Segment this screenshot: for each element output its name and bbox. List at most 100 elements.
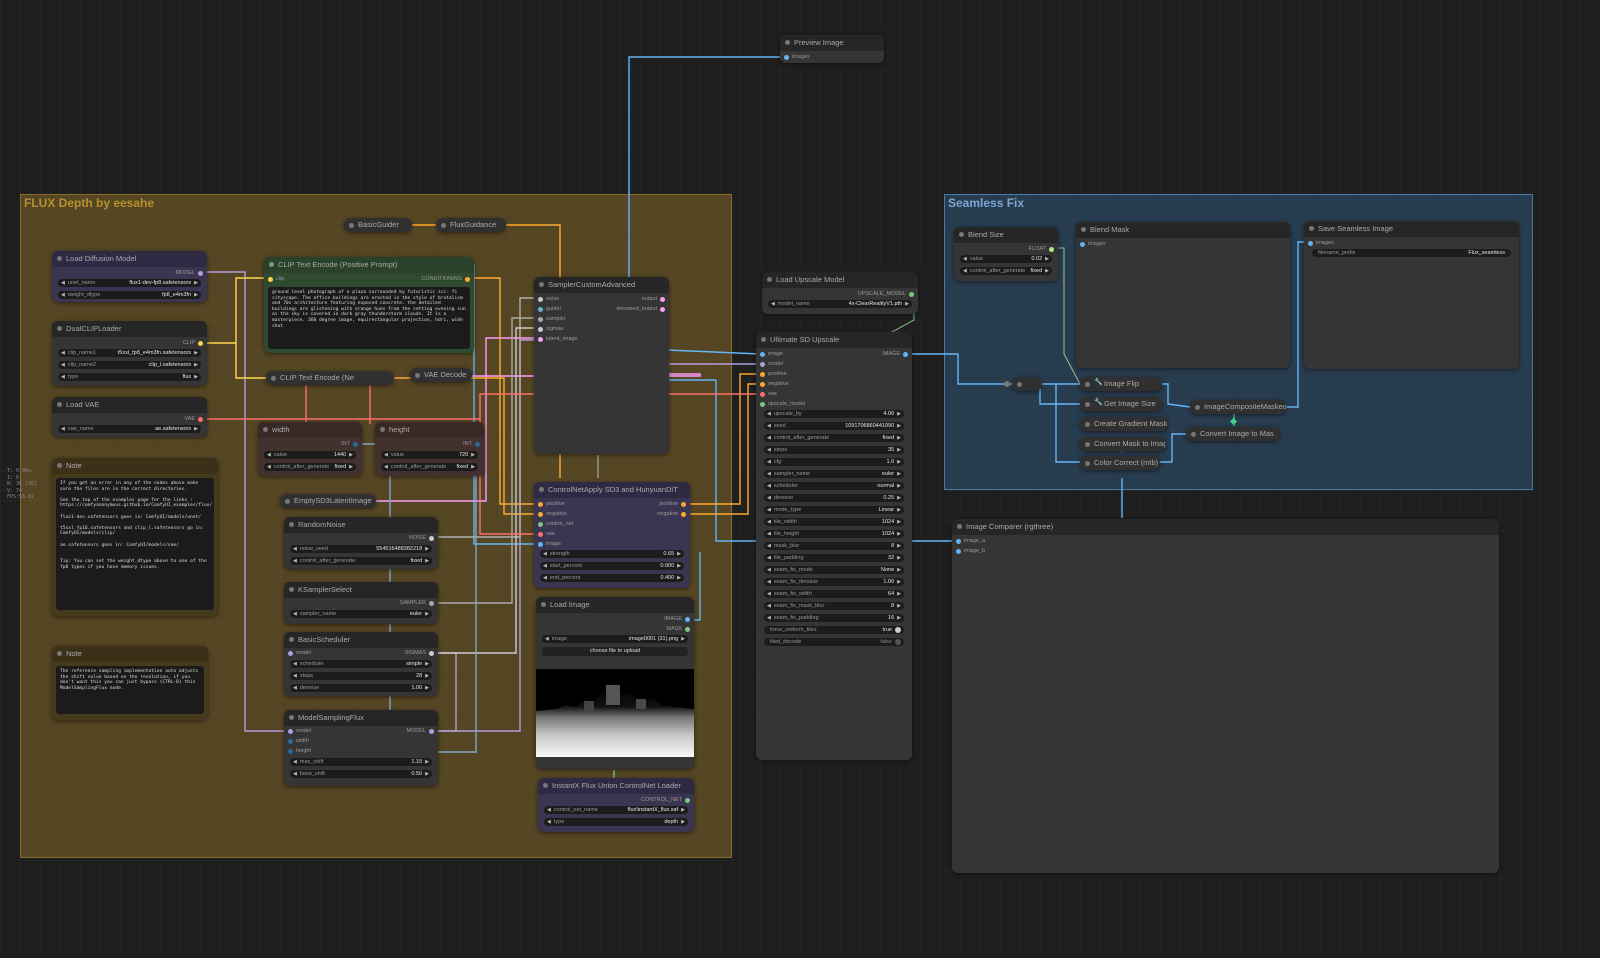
input-slot-sigmas[interactable]: sigmas bbox=[538, 325, 563, 333]
input-slot-image-b[interactable]: image_b bbox=[956, 547, 985, 555]
output-slot-int[interactable]: INT bbox=[463, 440, 480, 448]
node-clip-text-encode-positive[interactable]: CLIP Text Encode (Positive Prompt) clip … bbox=[264, 257, 474, 353]
node-note-shift[interactable]: Note The reference sampling implementati… bbox=[52, 646, 208, 720]
input-slot-control-net[interactable]: control_net bbox=[538, 520, 573, 528]
output-slot-sampler[interactable]: SAMPLER bbox=[400, 599, 435, 607]
input-slot-positive[interactable]: positive bbox=[538, 500, 565, 508]
output-slot-conditioning[interactable]: CONDITIONING bbox=[421, 275, 470, 283]
output-slot-model[interactable]: MODEL bbox=[406, 727, 434, 735]
widget-clip-name1[interactable]: ◀ clip_name1 t5xxl_fp8_e4m3fn.safetensors ▶ bbox=[58, 349, 201, 357]
output-slot-upscale-model[interactable]: UPSCALE_MODEL bbox=[858, 290, 915, 298]
input-slot-image-a[interactable]: image_a bbox=[956, 537, 985, 545]
node-convert-mask-to-image[interactable]: Convert Mask to Imag bbox=[1080, 437, 1166, 451]
node-dual-clip-loader[interactable]: DualCLIPLoader CLIP ◀ clip_name1 t5xxl_fp8… bbox=[52, 321, 207, 386]
node-ultimate-sd-upscale[interactable]: Ultimate SD Upscale image model positive… bbox=[756, 332, 912, 760]
output-slot-int[interactable]: INT bbox=[341, 440, 358, 448]
widget-steps[interactable]: ◀ steps 28 ▶ bbox=[290, 672, 432, 680]
output-slot-negative[interactable]: negative bbox=[657, 510, 686, 518]
choose-file-upload-button[interactable]: choose file to upload bbox=[542, 647, 688, 656]
widget-tile-height[interactable]: ◀ tile_height 1024 ▶ bbox=[764, 530, 904, 538]
node-basic-guider[interactable]: BasicGuider bbox=[344, 218, 412, 232]
widget-seam-fix-mode[interactable]: ◀ seam_fix_mode None ▶ bbox=[764, 566, 904, 574]
widget-unet-name[interactable]: ◀ unet_name flux1-dev-fp8.safetensors ▶ bbox=[58, 279, 201, 287]
input-slot-model[interactable]: model bbox=[288, 727, 311, 735]
widget-tiled-decode[interactable]: tiled_decode false bbox=[764, 638, 904, 646]
widget-strength[interactable]: ◀ strength 0.65 ▶ bbox=[540, 550, 684, 558]
widget-base-shift[interactable]: ◀ base_shift 0.50 ▶ bbox=[290, 770, 432, 778]
node-blend-mask[interactable]: Blend Mask images bbox=[1076, 222, 1290, 368]
input-slot-model[interactable]: model bbox=[760, 360, 783, 368]
node-blend-size[interactable]: Blend Size FLOAT ◀ value 0.02 ▶ ◀ control_af… bbox=[954, 227, 1058, 281]
node-load-diffusion-model[interactable]: Load Diffusion Model MODEL ◀ unet_name flu… bbox=[52, 251, 207, 302]
prompt-textarea[interactable]: ground level photograph of a plaza surro… bbox=[268, 287, 470, 349]
output-slot-noise[interactable]: NOISE bbox=[409, 534, 435, 542]
widget-scheduler[interactable]: ◀ scheduler simple ▶ bbox=[290, 660, 432, 668]
output-slot-vae[interactable]: VAE bbox=[184, 415, 203, 423]
input-slot-vae[interactable]: vae bbox=[760, 390, 777, 398]
node-preview-image[interactable]: Preview Image images bbox=[780, 35, 884, 63]
widget-mode-type[interactable]: ◀ mode_type Linear ▶ bbox=[764, 506, 904, 514]
widget-clip-name2[interactable]: ◀ clip_name2 clip_l.safetensors ▶ bbox=[58, 361, 201, 369]
widget-tile-width[interactable]: ◀ tile_width 1024 ▶ bbox=[764, 518, 904, 526]
widget-start-percent[interactable]: ◀ start_percent 0.000 ▶ bbox=[540, 562, 684, 570]
node-empty-sd3-latent-image[interactable]: EmptySD3LatentImage bbox=[280, 494, 376, 508]
widget-denoise[interactable]: ◀ denoise 0.25 ▶ bbox=[764, 494, 904, 502]
node-reroute-collapsed[interactable] bbox=[1012, 377, 1042, 391]
note-textarea[interactable]: The reference sampling implementation au… bbox=[56, 666, 204, 714]
widget-seam-fix-mask-blur[interactable]: ◀ seam_fix_mask_blur 8 ▶ bbox=[764, 602, 904, 610]
output-slot-image[interactable]: IMAGE bbox=[882, 350, 908, 358]
widget-type[interactable]: ◀ type depth ▶ bbox=[544, 818, 688, 826]
node-load-vae[interactable]: Load VAE VAE ◀ vae_name ae.safetensors ▶ bbox=[52, 397, 207, 437]
input-slot-height[interactable]: height bbox=[288, 747, 311, 755]
widget-mask-blur[interactable]: ◀ mask_blur 8 ▶ bbox=[764, 542, 904, 550]
input-slot-model[interactable]: model bbox=[288, 649, 311, 657]
output-slot-positive[interactable]: positive bbox=[659, 500, 686, 508]
widget-value[interactable]: ◀ value 1440 ▶ bbox=[264, 451, 356, 459]
widget-value[interactable]: ◀ value 720 ▶ bbox=[381, 451, 478, 459]
output-slot-denoised-output[interactable]: denoised_output bbox=[616, 305, 665, 313]
input-slot-images[interactable]: images bbox=[784, 53, 810, 61]
node-image-comparer[interactable]: Image Comparer (rgthree) image_a image_b bbox=[952, 519, 1499, 873]
output-slot-clip[interactable]: CLIP bbox=[183, 339, 204, 347]
node-ksampler-select[interactable]: KSamplerSelect SAMPLER ◀ sampler_name eule… bbox=[284, 582, 438, 624]
input-slot-negative[interactable]: negative bbox=[538, 510, 567, 518]
widget-sampler-name[interactable]: ◀ sampler_name euler ▶ bbox=[290, 610, 432, 618]
widget-seam-fix-denoise[interactable]: ◀ seam_fix_denoise 1.00 ▶ bbox=[764, 578, 904, 586]
note-textarea[interactable]: If you get an error in any of the nodes … bbox=[56, 478, 214, 610]
input-slot-negative[interactable]: negative bbox=[760, 380, 789, 388]
input-slot-image[interactable]: image bbox=[538, 540, 561, 548]
node-image-composite-masked[interactable]: ImageCompositeMasked bbox=[1190, 400, 1286, 414]
widget-filename-prefix[interactable]: filename_prefix Flux_seamless bbox=[1312, 249, 1511, 257]
widget-denoise[interactable]: ◀ denoise 1.00 ▶ bbox=[290, 684, 432, 692]
input-slot-upscale-model[interactable]: upscale_model bbox=[760, 400, 805, 408]
input-slot-images[interactable]: images bbox=[1308, 239, 1334, 247]
widget-seam-fix-width[interactable]: ◀ seam_fix_width 64 ▶ bbox=[764, 590, 904, 598]
node-controlnet-apply-sd3[interactable]: ControlNetApply SD3 and HunyuanDiT posit… bbox=[534, 482, 690, 588]
input-slot-sampler[interactable]: sampler bbox=[538, 315, 566, 323]
output-slot-control-net[interactable]: CONTROL_NET bbox=[641, 796, 690, 804]
node-save-seamless-image[interactable]: Save Seamless Image images filename_pref… bbox=[1304, 221, 1519, 369]
node-convert-image-to-mask[interactable]: Convert Image to Mas bbox=[1186, 427, 1280, 441]
widget-end-percent[interactable]: ◀ end_percent 0.400 ▶ bbox=[540, 574, 684, 582]
input-slot-clip[interactable]: clip bbox=[268, 275, 284, 283]
output-slot-mask[interactable]: MASK bbox=[666, 625, 690, 633]
node-image-flip[interactable]: Image Flip bbox=[1080, 377, 1162, 391]
node-random-noise[interactable]: RandomNoise NOISE ◀ noise_seed 55451648838… bbox=[284, 517, 438, 569]
widget-max-shift[interactable]: ◀ max_shift 1.15 ▶ bbox=[290, 758, 432, 766]
node-note-files[interactable]: Note If you get an error in any of the n… bbox=[52, 458, 218, 616]
widget-control-after-generate[interactable]: ◀ control_after_generate fixed ▶ bbox=[960, 267, 1052, 275]
widget-value[interactable]: ◀ value 0.02 ▶ bbox=[960, 255, 1052, 263]
input-slot-width[interactable]: width bbox=[288, 737, 309, 745]
widget-steps[interactable]: ◀ steps 35 ▶ bbox=[764, 446, 904, 454]
node-get-image-size[interactable]: Get Image Size bbox=[1080, 397, 1162, 411]
node-load-image[interactable]: Load Image IMAGE MASK ◀ image image0001 (3… bbox=[536, 597, 694, 769]
input-slot-latent-image[interactable]: latent_image bbox=[538, 335, 578, 343]
node-create-gradient-mask[interactable]: Create Gradient Mask bbox=[1080, 417, 1168, 431]
widget-upscale-by[interactable]: ◀ upscale_by 4.00 ▶ bbox=[764, 410, 904, 418]
node-color-correct-mtb[interactable]: Color Correct (mtb) bbox=[1080, 456, 1160, 470]
node-clip-text-encode-negative[interactable]: CLIP Text Encode (Ne bbox=[266, 371, 394, 385]
node-instantx-controlnet-loader[interactable]: InstantX Flux Union ControlNet Loader CO… bbox=[538, 778, 694, 832]
widget-control-after-generate[interactable]: ◀ control_after_generate fixed ▶ bbox=[381, 463, 478, 471]
widget-control-net-name[interactable]: ◀ control_net_name flux\instantX_flux.saf ▶ bbox=[544, 806, 688, 814]
input-slot-image[interactable]: image bbox=[760, 350, 783, 358]
